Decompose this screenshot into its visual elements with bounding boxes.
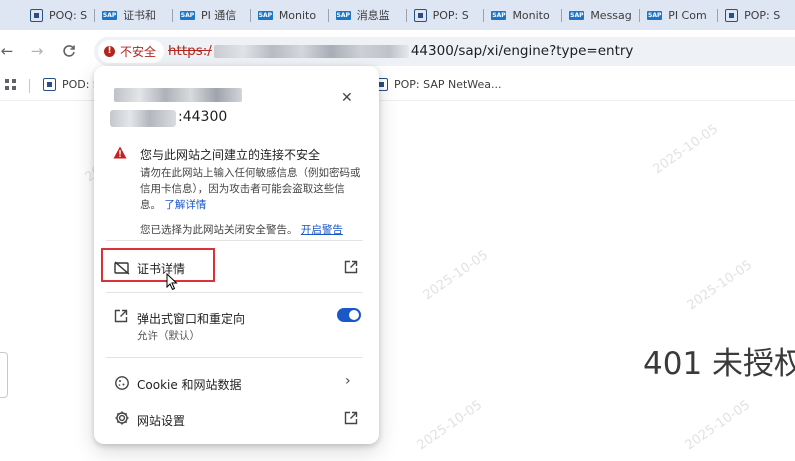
url-path: 44300/sap/xi/engine?type=entry [410,43,634,59]
tab-strip: POQ: S SAP 证书和 SAP PI 通信 SAP Monito SAP … [0,0,795,30]
reenable-warnings-link[interactable]: 开启警告 [301,224,343,236]
tab[interactable]: SAP Monito [249,0,328,30]
tab[interactable]: POP: S [717,0,795,30]
watermark: 2025-10-05 [650,121,722,178]
tab[interactable]: SAP 证书和 [94,0,172,30]
warning-icon [113,146,127,159]
tab[interactable]: SAP Messag [561,0,639,30]
arrow-right-icon: → [30,42,44,60]
back-button[interactable]: ← [0,40,18,62]
warning-override: 您已选择为此网站关闭安全警告。 开启警告 [140,222,343,237]
url-scheme: https:/ [168,43,212,59]
redacted-hostname [114,88,242,102]
watermark: 2025-10-05 [684,257,756,314]
redacted-host [213,44,409,58]
gear-icon [115,411,129,425]
tab-label: Monito [278,8,317,22]
sap-tab-icon: SAP [179,10,195,20]
reload-button[interactable] [58,40,80,62]
not-secure-icon: ! [104,46,115,57]
cookie-icon [115,376,129,390]
mouse-cursor-icon [166,273,178,291]
tab-label: POQ: S [49,8,88,22]
bookmarks-divider [29,79,30,93]
tab-label: Monito [512,8,550,22]
tab-label: 证书和 [123,9,157,22]
warning-title: 您与此网站之间建立的连接不安全 [140,148,321,162]
arrow-left-icon: ← [0,42,14,60]
tab-label: Messag [590,8,632,22]
watermark: 2025-10-05 [420,247,492,304]
tab-label: POP: S [744,8,781,22]
sap-tab-icon: SAP [257,10,273,20]
url-text[interactable]: https:/ 44300/sap/xi/engine?type=entry [168,43,633,59]
side-panel-handle[interactable] [0,352,8,398]
sap-tab-icon: SAP [491,10,507,20]
bookmark-item[interactable]: POP: SAP NetWea... [375,78,502,91]
sap-tab-icon: SAP [569,10,585,20]
apps-grid-icon[interactable] [5,79,16,90]
cookies-site-data-item[interactable]: Cookie 和网站数据 [137,376,242,393]
not-secure-chip[interactable]: ! 不安全 [98,40,165,63]
pdf-tab-icon [30,8,43,22]
divider [106,292,363,293]
reload-icon [63,45,75,57]
sap-tab-icon: SAP [102,10,118,20]
redacted-hostname [110,110,176,127]
pdf-tab-icon [725,8,739,22]
site-settings-item[interactable]: 网站设置 [137,412,185,429]
learn-more-link[interactable]: 了解详情 [164,199,206,211]
address-bar[interactable]: ! 不安全 https:/ 44300/sap/xi/engine?type=en… [94,37,795,66]
popups-redirects-status: 允许（默认） [137,330,200,342]
bookmark-label: POP: SAP NetWea... [394,78,502,91]
bookmark-item[interactable]: POD: S [43,78,100,91]
tab-label: PI 通信 [200,9,237,22]
not-secure-label: 不安全 [120,45,157,59]
watermark: 2025-10-05 [414,397,486,454]
sap-tab-icon: SAP [647,10,663,20]
tab-label: PI Com [668,8,707,22]
site-info-popup: :44300 ✕ 您与此网站之间建立的连接不安全 请勿在此网站上输入任何敏感信息… [94,66,379,444]
forward-button[interactable]: → [26,40,48,62]
chevron-right-icon: › [345,373,351,389]
tab-label: 消息监 [356,9,390,22]
highlight-box [101,248,215,282]
tab[interactable]: SAP PI 通信 [171,0,250,30]
host-port: :44300 [178,109,228,125]
close-button[interactable]: ✕ [341,90,353,106]
tab[interactable]: SAP PI Com [639,0,717,30]
tab[interactable]: POQ: S [0,0,94,30]
divider [106,357,363,358]
sap-tab-icon: SAP [335,10,351,20]
open-external-icon[interactable] [344,411,358,425]
page-title: 401 未授权 [643,346,795,382]
popups-toggle[interactable] [337,308,361,322]
popups-redirects-label: 弹出式窗口和重定向 [137,312,246,326]
popup-redirect-icon [114,309,128,323]
open-external-icon[interactable] [344,260,358,274]
pdf-tab-icon [413,8,427,22]
pdf-bookmark-icon [43,78,56,91]
tab[interactable]: SAP Monito [483,0,561,30]
override-text: 您已选择为此网站关闭安全警告。 [140,224,298,236]
divider [106,240,363,241]
tab[interactable]: POP: S [405,0,484,30]
tab-label: POP: S [432,8,469,22]
tab[interactable]: SAP 消息监 [327,0,406,30]
warning-description: 请勿在此网站上输入任何敏感信息（例如密码或信用卡信息），因为攻击者可能会盗取这些… [140,165,362,213]
watermark: 2025-10-05 [682,397,754,454]
